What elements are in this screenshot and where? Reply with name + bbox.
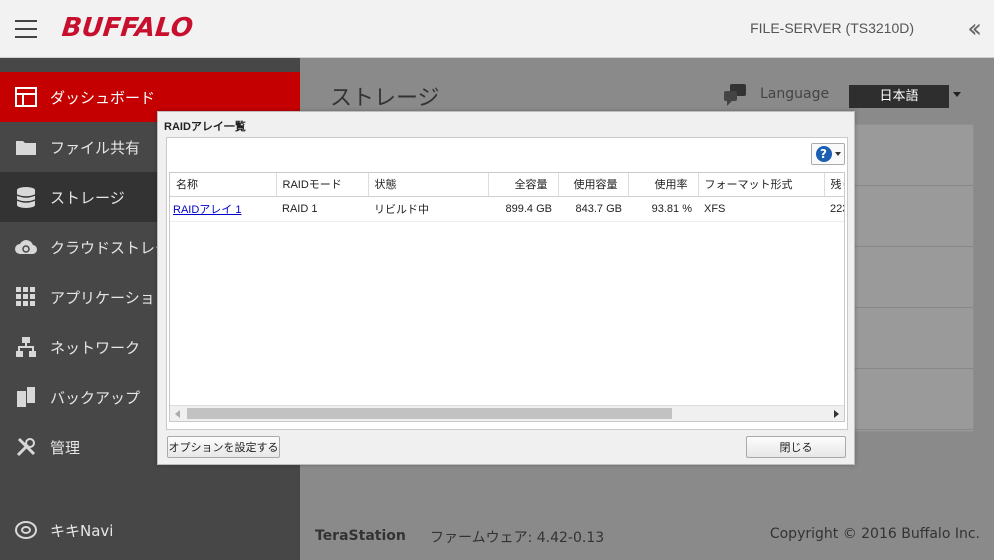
language-select[interactable]: 日本語: [849, 85, 949, 108]
help-icon: ?: [815, 146, 832, 162]
column-header[interactable]: 残り: [824, 173, 844, 197]
dialog-title: RAIDアレイ一覧: [164, 121, 246, 133]
chevron-down-icon[interactable]: [953, 92, 961, 97]
raid-array-dialog: RAIDアレイ一覧 ? 名称 RAIDモード 状態 全容量 使用容量 使用率 フ…: [157, 111, 855, 465]
raid-array-table: 名称 RAIDモード 状態 全容量 使用容量 使用率 フォーマット形式 残り R…: [169, 172, 845, 422]
top-header: BUFFALO FILE-SERVER (TS3210D) ‹‹: [0, 0, 994, 58]
dashboard-icon: [14, 85, 38, 109]
column-header[interactable]: 全容量: [488, 173, 559, 197]
kiki-navi-icon: [14, 518, 38, 542]
menu-icon[interactable]: [15, 20, 37, 38]
sidebar-item-label: ダッシュボード: [50, 88, 156, 107]
sidebar-item-kiki-navi[interactable]: キキNavi: [14, 518, 113, 542]
folder-icon: [14, 135, 38, 159]
column-header[interactable]: 状態: [368, 173, 489, 197]
brand-logo: BUFFALO: [60, 13, 195, 43]
format-cell: XFS: [698, 196, 824, 222]
sidebar-item-label: ストレージ: [50, 188, 125, 207]
language-icon: [722, 82, 748, 108]
dialog-body: ? 名称 RAIDモード 状態 全容量 使用容量 使用率 フォーマット形式 残 …: [166, 137, 848, 430]
status-cell: リビルド中: [368, 196, 488, 222]
storage-panel: [850, 124, 974, 432]
chevron-down-icon: [834, 152, 841, 156]
remaining-cell: 223: [824, 196, 844, 222]
scroll-thumb[interactable]: [187, 408, 672, 419]
table-row[interactable]: RAIDアレイ 1 RAID 1 リビルド中 899.4 GB 843.7 GB…: [170, 196, 844, 222]
sidebar-item-label: バックアップ: [50, 388, 141, 407]
column-header[interactable]: フォーマット形式: [698, 173, 825, 197]
used-capacity-cell: 843.7 GB: [558, 196, 628, 222]
scroll-left-icon[interactable]: [175, 410, 180, 418]
horizontal-scrollbar[interactable]: [170, 405, 844, 421]
raid-array-link[interactable]: RAIDアレイ 1: [170, 196, 276, 222]
grid-icon: [14, 285, 38, 309]
product-name: TeraStation: [315, 528, 406, 544]
kiki-navi-label: キキNavi: [50, 521, 114, 540]
copyright: Copyright © 2016 Buffalo Inc.: [769, 526, 980, 542]
help-button[interactable]: ?: [811, 143, 845, 165]
column-header[interactable]: 名称: [170, 173, 277, 197]
column-header[interactable]: 使用容量: [558, 173, 629, 197]
total-capacity-cell: 899.4 GB: [488, 196, 558, 222]
network-icon: [14, 335, 38, 359]
tools-icon: [14, 435, 38, 459]
sidebar-item-label: ネットワーク: [50, 338, 141, 357]
page-title: ストレージ: [330, 86, 440, 111]
column-header[interactable]: RAIDモード: [276, 173, 369, 197]
raid-mode-cell: RAID 1: [276, 196, 368, 222]
close-button[interactable]: 閉じる: [746, 436, 846, 458]
usage-rate-cell: 93.81 %: [628, 196, 698, 222]
sidebar-item-label: ファイル共有: [50, 138, 141, 157]
backup-icon: [14, 385, 38, 409]
collapse-icon[interactable]: ‹‹: [967, 14, 982, 44]
table-header-row: 名称 RAIDモード 状態 全容量 使用容量 使用率 フォーマット形式 残り: [170, 173, 844, 197]
column-header[interactable]: 使用率: [628, 173, 699, 197]
cloud-icon: [14, 235, 38, 259]
language-label: Language: [760, 86, 830, 102]
sidebar-item-label: 管理: [50, 438, 81, 457]
scroll-right-icon[interactable]: [834, 410, 839, 418]
storage-icon: [14, 185, 38, 209]
set-options-button[interactable]: オプションを設定する: [167, 436, 280, 458]
sidebar-item-label: アプリケーション: [50, 288, 170, 307]
firmware-version: ファームウェア: 4.42-0.13: [430, 530, 605, 546]
server-name: FILE-SERVER (TS3210D): [750, 20, 914, 36]
